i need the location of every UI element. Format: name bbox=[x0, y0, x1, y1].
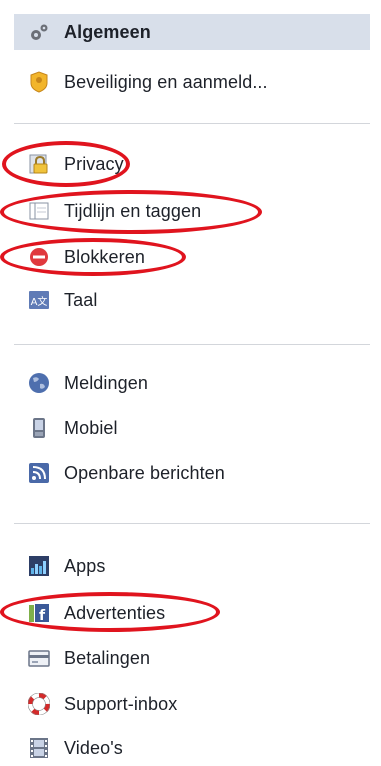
sidebar-item-label: Video's bbox=[64, 737, 123, 758]
sidebar-item-label: Meldingen bbox=[64, 372, 148, 393]
sidebar-item-label: Apps bbox=[64, 555, 106, 576]
svg-text:f: f bbox=[39, 608, 46, 624]
svg-text:A文: A文 bbox=[31, 295, 48, 308]
sidebar-item-betalingen[interactable]: Betalingen bbox=[14, 640, 370, 676]
divider bbox=[14, 344, 370, 345]
sidebar-item-algemeen[interactable]: Algemeen bbox=[14, 14, 370, 50]
credit-card-icon bbox=[28, 647, 50, 669]
sidebar-item-label: Betalingen bbox=[64, 647, 151, 668]
lock-icon bbox=[28, 153, 50, 175]
timeline-icon bbox=[28, 200, 50, 222]
security-badge-icon bbox=[28, 71, 50, 93]
divider bbox=[14, 123, 370, 124]
sidebar-item-label: Mobiel bbox=[64, 417, 118, 438]
rss-icon bbox=[28, 462, 50, 484]
gears-icon bbox=[28, 21, 50, 43]
sidebar-item-label: Tijdlijn en taggen bbox=[64, 200, 202, 221]
sidebar-item-openbare-berichten[interactable]: Openbare berichten bbox=[14, 455, 370, 491]
sidebar-item-apps[interactable]: Apps bbox=[14, 548, 370, 584]
mobile-phone-icon bbox=[28, 417, 50, 439]
divider bbox=[14, 523, 370, 524]
sidebar-item-label: Privacy bbox=[64, 153, 124, 174]
language-icon: A文 bbox=[28, 289, 50, 311]
sidebar-item-label: Algemeen bbox=[64, 21, 151, 42]
lifebuoy-icon bbox=[28, 693, 50, 715]
sidebar-item-blokkeren[interactable]: Blokkeren bbox=[14, 239, 370, 275]
sidebar-item-label: Advertenties bbox=[64, 602, 166, 623]
sidebar-item-label: Blokkeren bbox=[64, 246, 145, 267]
sidebar-item-beveiliging[interactable]: Beveiliging en aanmeld... bbox=[14, 64, 370, 100]
sidebar-item-videos[interactable]: Video's bbox=[14, 730, 370, 766]
sidebar-item-label: Taal bbox=[64, 289, 98, 310]
sidebar-item-tijdlijn[interactable]: Tijdlijn en taggen bbox=[14, 193, 370, 229]
settings-sidebar: Algemeen Beveiliging en aanmeld... Priva… bbox=[0, 0, 381, 764]
film-icon bbox=[28, 737, 50, 759]
sidebar-item-support-inbox[interactable]: Support-inbox bbox=[14, 686, 370, 722]
sidebar-item-label: Openbare berichten bbox=[64, 462, 225, 483]
sidebar-item-meldingen[interactable]: Meldingen bbox=[14, 365, 370, 401]
sidebar-item-label: Support-inbox bbox=[64, 693, 178, 714]
sidebar-item-advertenties[interactable]: f Advertenties bbox=[14, 595, 370, 631]
globe-icon bbox=[28, 372, 50, 394]
sidebar-item-mobiel[interactable]: Mobiel bbox=[14, 410, 370, 446]
ads-icon: f bbox=[28, 602, 50, 624]
block-icon bbox=[28, 246, 50, 268]
sidebar-item-privacy[interactable]: Privacy bbox=[14, 146, 370, 182]
apps-icon bbox=[28, 555, 50, 577]
sidebar-item-taal[interactable]: A文 Taal bbox=[14, 282, 370, 318]
sidebar-item-label: Beveiliging en aanmeld... bbox=[64, 71, 268, 92]
